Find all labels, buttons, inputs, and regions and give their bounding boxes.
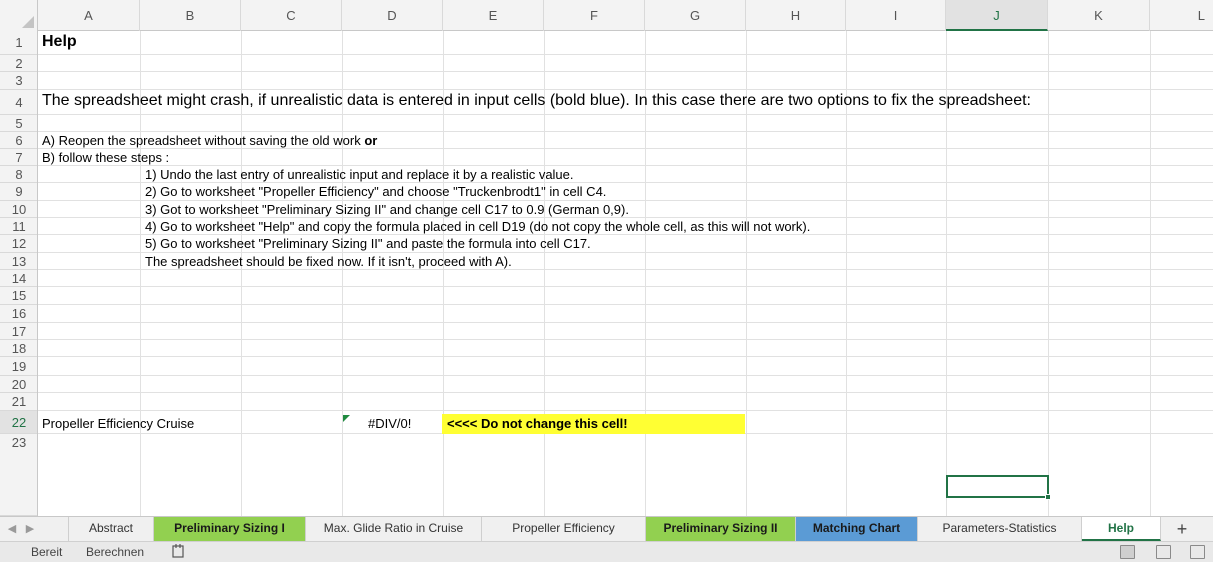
error-indicator-icon xyxy=(343,415,350,422)
row-header-16[interactable]: 16 xyxy=(0,305,37,323)
row-header-19[interactable]: 19 xyxy=(0,357,37,376)
column-header-b[interactable]: B xyxy=(140,0,241,31)
tab-parameters-statistics[interactable]: Parameters-Statistics xyxy=(918,517,1082,541)
column-header-d[interactable]: D xyxy=(342,0,443,31)
cell-grid[interactable]: Help The spreadsheet might crash, if unr… xyxy=(38,31,1213,516)
select-all-triangle-icon xyxy=(22,16,34,28)
page-break-view-icon[interactable] xyxy=(1190,545,1205,559)
column-header-e[interactable]: E xyxy=(443,0,544,31)
row-header-5[interactable]: 5 xyxy=(0,115,37,132)
cell-a6-text: A) Reopen the spreadsheet without saving… xyxy=(42,133,365,148)
column-header-h[interactable]: H xyxy=(746,0,846,31)
tab-max-glide-ratio[interactable]: Max. Glide Ratio in Cruise xyxy=(306,517,482,541)
macro-record-icon-svg xyxy=(172,544,184,558)
row-header-20[interactable]: 20 xyxy=(0,376,37,393)
cell-b10-step-3[interactable]: 3) Got to worksheet "Preliminary Sizing … xyxy=(145,202,629,217)
row-header-22[interactable]: 22 xyxy=(0,411,37,434)
row-header-3[interactable]: 3 xyxy=(0,72,37,90)
column-header-k[interactable]: K xyxy=(1048,0,1150,31)
cell-b11-step-4[interactable]: 4) Go to worksheet "Help" and copy the f… xyxy=(145,219,810,234)
row-header-15[interactable]: 15 xyxy=(0,287,37,305)
cell-e19-warning[interactable]: <<<< Do not change this cell! xyxy=(447,416,628,431)
tab-preliminary-sizing-i[interactable]: Preliminary Sizing I xyxy=(154,517,306,541)
row-header-12[interactable]: 12 xyxy=(0,235,37,253)
add-sheet-button[interactable]: + xyxy=(1168,517,1196,541)
row-header-13[interactable]: 13 xyxy=(0,253,37,270)
cell-a19-label[interactable]: Propeller Efficiency Cruise xyxy=(42,416,194,431)
cell-b9-step-2[interactable]: 2) Go to worksheet "Propeller Efficiency… xyxy=(145,184,606,199)
selected-cell-j22[interactable] xyxy=(946,475,1049,498)
cell-a4-crash-notice[interactable]: The spreadsheet might crash, if unrealis… xyxy=(42,92,1031,110)
column-header-j[interactable]: J xyxy=(946,0,1048,31)
cell-b13-fixed-note[interactable]: The spreadsheet should be fixed now. If … xyxy=(145,254,512,269)
cell-a6-bold-or: or xyxy=(364,133,378,148)
macro-record-icon[interactable] xyxy=(170,542,186,562)
tab-propeller-efficiency[interactable]: Propeller Efficiency xyxy=(482,517,646,541)
column-header-i[interactable]: I xyxy=(846,0,946,31)
column-header-f[interactable]: F xyxy=(544,0,645,31)
column-header-l[interactable]: L xyxy=(1150,0,1213,31)
column-header-c[interactable]: C xyxy=(241,0,342,31)
page-layout-view-icon[interactable] xyxy=(1156,545,1171,559)
tab-abstract[interactable]: Abstract xyxy=(68,517,154,541)
row-header-17[interactable]: 17 xyxy=(0,323,37,340)
row-header-6[interactable]: 6 xyxy=(0,132,37,149)
cell-a6-option-a[interactable]: A) Reopen the spreadsheet without saving… xyxy=(42,133,377,148)
column-header-bar: A B C D E F G H I J K L xyxy=(0,0,1213,31)
row-header-18[interactable]: 18 xyxy=(0,340,37,357)
tab-preliminary-sizing-ii[interactable]: Preliminary Sizing II xyxy=(646,517,796,541)
triangle-left-icon[interactable]: ◀ xyxy=(4,517,20,541)
row-header-9[interactable]: 9 xyxy=(0,183,37,201)
row-header-1[interactable]: 1 xyxy=(0,31,37,55)
row-header-14[interactable]: 14 xyxy=(0,270,37,287)
row-header-2[interactable]: 2 xyxy=(0,55,37,72)
fill-handle[interactable] xyxy=(1045,494,1051,500)
status-bar: Bereit Berechnen xyxy=(0,541,1213,562)
normal-view-icon[interactable] xyxy=(1120,545,1135,559)
cell-d19-value[interactable]: #DIV/0! xyxy=(368,416,411,431)
row-header-7[interactable]: 7 xyxy=(0,149,37,166)
triangle-right-icon[interactable]: ▶ xyxy=(22,517,38,541)
status-calculate[interactable]: Berechnen xyxy=(86,542,144,562)
cell-b12-step-5[interactable]: 5) Go to worksheet "Preliminary Sizing I… xyxy=(145,236,591,251)
sheet-tab-bar: ◀ ▶ Abstract Preliminary Sizing I Max. G… xyxy=(0,516,1213,541)
column-header-g[interactable]: G xyxy=(645,0,746,31)
cell-a7-option-b[interactable]: B) follow these steps : xyxy=(42,150,169,165)
row-header-23[interactable]: 23 xyxy=(0,434,37,516)
row-header-10[interactable]: 10 xyxy=(0,201,37,218)
column-header-a[interactable]: A xyxy=(38,0,140,31)
tab-matching-chart[interactable]: Matching Chart xyxy=(796,517,918,541)
cell-b8-step-1[interactable]: 1) Undo the last entry of unrealistic in… xyxy=(145,167,574,182)
select-all-button[interactable] xyxy=(0,0,38,31)
row-header-11[interactable]: 11 xyxy=(0,218,37,235)
row-header-bar: 1 2 3 4 5 6 7 8 9 10 11 12 13 14 15 16 1… xyxy=(0,31,38,516)
tab-help[interactable]: Help xyxy=(1082,517,1161,541)
row-header-4[interactable]: 4 xyxy=(0,90,37,115)
row-header-21[interactable]: 21 xyxy=(0,393,37,411)
status-ready: Bereit xyxy=(31,545,63,559)
row-header-8[interactable]: 8 xyxy=(0,166,37,183)
cell-a1-help-title[interactable]: Help xyxy=(42,33,77,51)
